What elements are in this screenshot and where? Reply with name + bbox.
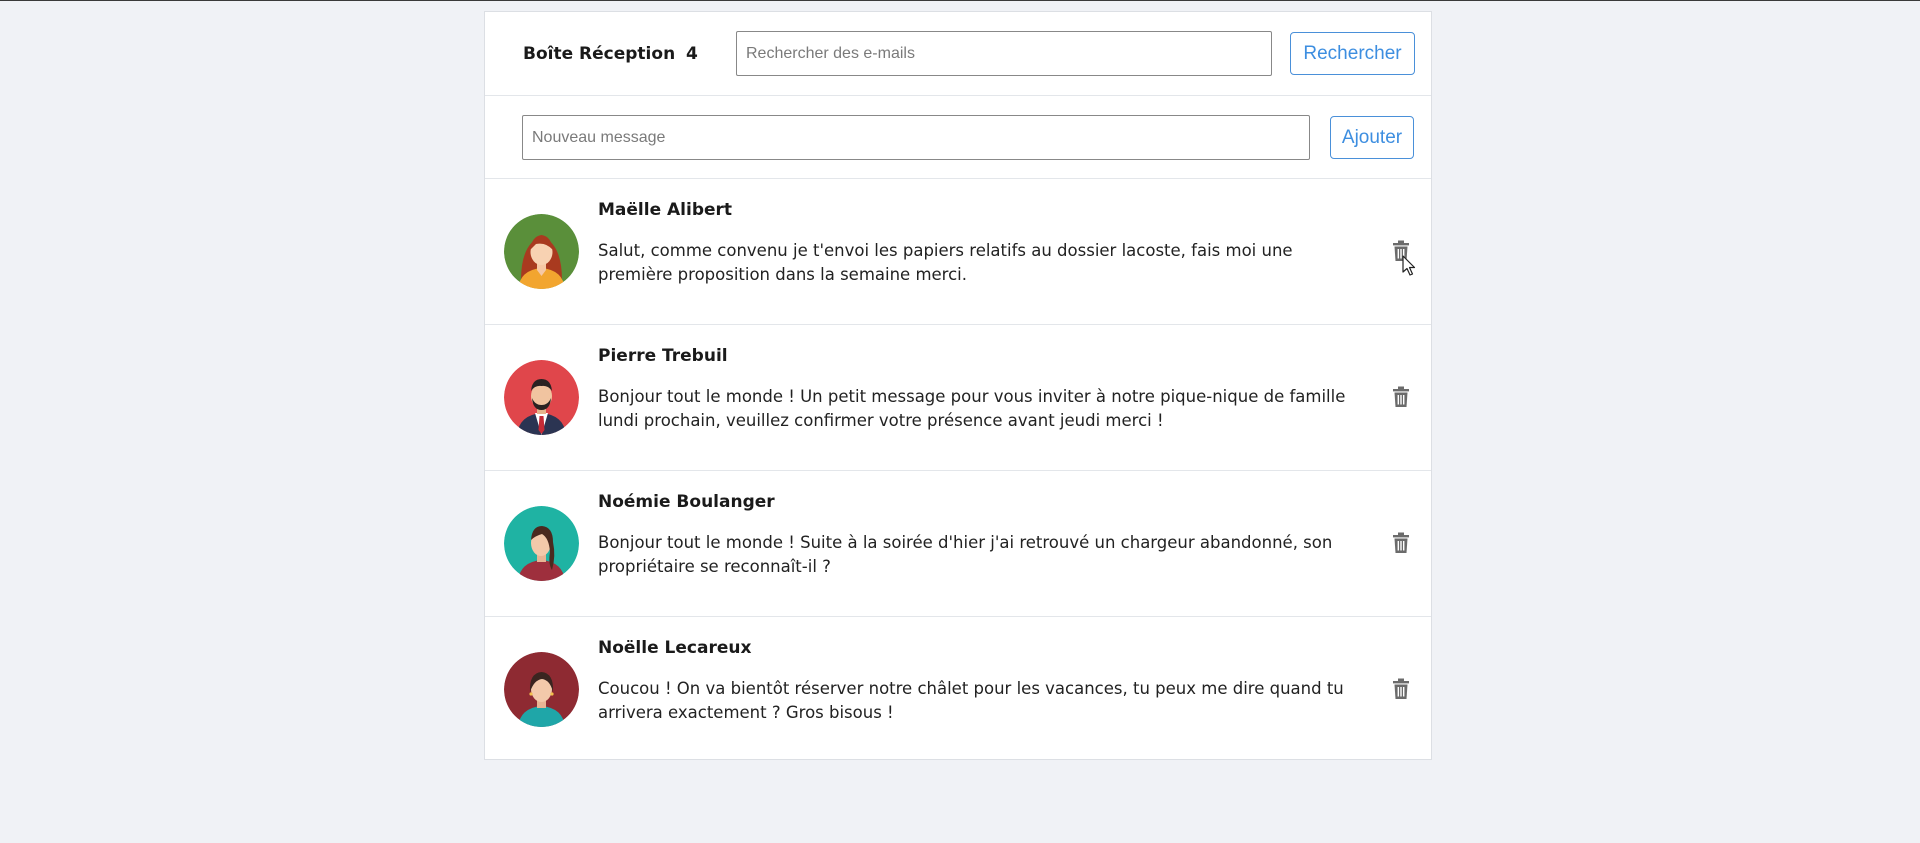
trash-icon[interactable] (1391, 678, 1411, 700)
unread-count: 4 (686, 44, 698, 64)
search-button[interactable]: Rechercher (1290, 32, 1415, 75)
email-sender: Maëlle Alibert (598, 200, 733, 220)
email-preview: Coucou ! On va bientôt réserver notre ch… (598, 679, 1344, 722)
email-item[interactable]: Pierre Trebuil Bonjour tout le monde ! U… (485, 325, 1431, 471)
new-message-input[interactable] (522, 115, 1310, 160)
search-input[interactable] (736, 31, 1272, 76)
inbox-header: Boîte Réception 4 Rechercher (485, 12, 1431, 96)
avatar (504, 214, 579, 289)
trash-icon[interactable] (1391, 386, 1411, 408)
email-item[interactable]: Maëlle Alibert Salut, comme convenu je t… (485, 179, 1431, 325)
avatar (504, 506, 579, 581)
email-preview: Bonjour tout le monde ! Un petit message… (598, 387, 1346, 430)
email-sender: Pierre Trebuil (598, 346, 728, 366)
email-item[interactable]: Noëlle Lecareux Coucou ! On va bientôt r… (485, 617, 1431, 763)
compose-bar: Ajouter (485, 96, 1431, 179)
email-preview: Bonjour tout le monde ! Suite à la soiré… (598, 533, 1333, 576)
trash-icon[interactable] (1391, 532, 1411, 554)
inbox-title: Boîte Réception (523, 44, 676, 64)
email-sender: Noémie Boulanger (598, 492, 775, 512)
email-sender: Noëlle Lecareux (598, 638, 752, 658)
email-item[interactable]: Noémie Boulanger Bonjour tout le monde !… (485, 471, 1431, 617)
top-edge-line (0, 0, 1920, 1)
email-preview: Salut, comme convenu je t'envoi les papi… (598, 241, 1293, 284)
inbox-panel: Boîte Réception 4 Rechercher Ajouter Maë… (484, 11, 1432, 760)
add-button[interactable]: Ajouter (1330, 116, 1414, 159)
avatar (504, 360, 579, 435)
mouse-cursor-icon (1402, 255, 1416, 281)
avatar (504, 652, 579, 727)
